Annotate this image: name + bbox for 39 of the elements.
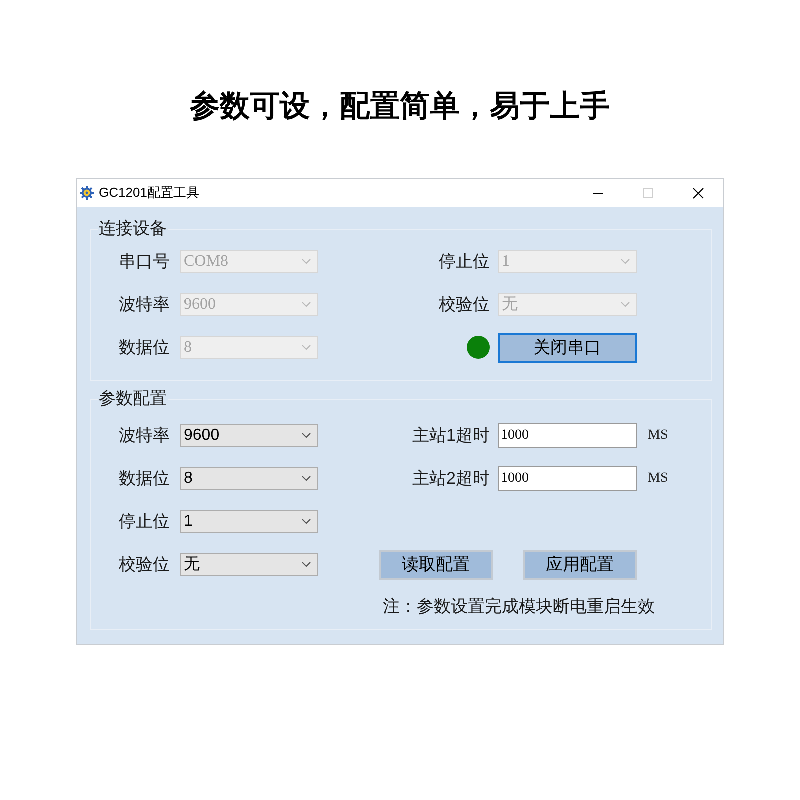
dropdown[interactable]: 无 <box>180 553 318 576</box>
chevron-icon <box>302 433 311 438</box>
button[interactable]: 关闭串口 <box>498 332 637 362</box>
field-label: 主站1超时 <box>412 426 490 446</box>
field-label: 校验位 <box>438 294 490 314</box>
group-title: 连接设备 <box>98 220 168 238</box>
unit-label: MS <box>648 470 668 486</box>
group-title: 参数配置 <box>98 390 168 408</box>
field-label: 数据位 <box>118 468 170 488</box>
field-label: 停止位 <box>438 252 490 272</box>
field-label: 数据位 <box>118 338 170 358</box>
chevron-icon <box>621 259 630 264</box>
note-text: 注：参数设置完成模块断电重启生效 <box>383 598 656 616</box>
button[interactable]: 应用配置 <box>523 550 637 580</box>
field-label: 校验位 <box>118 554 170 574</box>
chevron-icon <box>302 302 311 307</box>
headline: 参数可设，配置简单，易于上手 <box>190 89 610 125</box>
chevron-icon <box>302 259 311 264</box>
gear-icon <box>80 186 94 200</box>
field-label: 串口号 <box>118 252 170 272</box>
text-field[interactable]: 1000 <box>498 423 637 448</box>
dropdown[interactable]: 1 <box>180 510 318 533</box>
text-field[interactable]: 1000 <box>498 466 637 491</box>
chevron-icon <box>302 562 311 567</box>
unit-label: MS <box>648 428 668 444</box>
chevron-icon <box>302 519 311 524</box>
dropdown[interactable]: 9600 <box>180 424 318 447</box>
close-icon[interactable] <box>692 188 704 198</box>
chevron-icon <box>302 476 311 481</box>
field-label: 波特率 <box>118 426 170 446</box>
dropdown[interactable]: 8 <box>180 467 318 490</box>
chevron-icon <box>621 302 630 307</box>
window-title: GC1201配置工具 <box>99 185 200 201</box>
chevron-icon <box>302 345 311 350</box>
field-label: 停止位 <box>118 512 170 532</box>
button[interactable]: 读取配置 <box>379 550 493 580</box>
field-label: 波特率 <box>118 294 170 314</box>
field-label: 主站2超时 <box>412 468 490 488</box>
minimize-icon[interactable] <box>593 192 603 194</box>
